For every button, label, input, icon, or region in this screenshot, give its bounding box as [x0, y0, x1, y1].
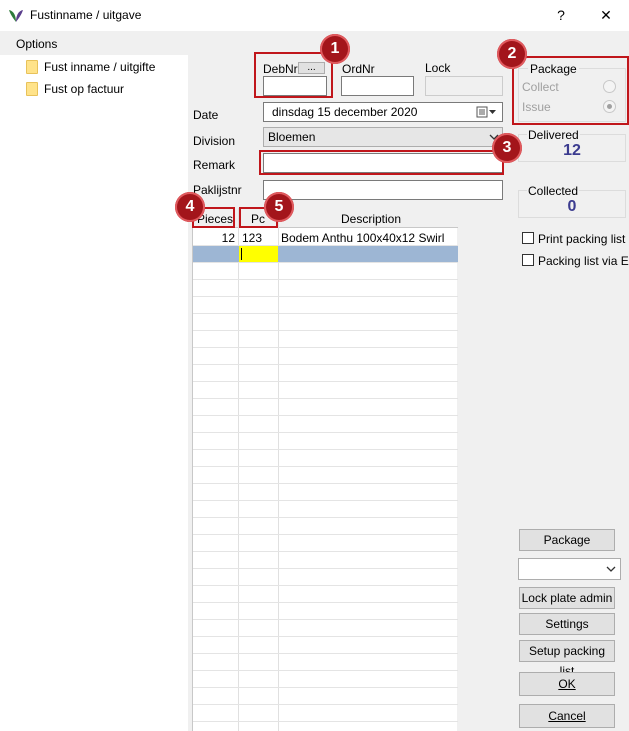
- help-button[interactable]: ?: [546, 4, 576, 26]
- table-row[interactable]: [193, 467, 458, 484]
- cell-pc: 123: [242, 231, 263, 245]
- ordnr-label: OrdNr: [342, 62, 375, 76]
- cell-pieces: 12: [221, 231, 235, 245]
- division-label: Division: [193, 134, 236, 148]
- tree-item-label: Fust op factuur: [44, 82, 125, 96]
- annotation-badge-3: 3: [492, 133, 522, 163]
- annotation-highlight-package: [512, 56, 629, 125]
- table-row[interactable]: [193, 501, 458, 518]
- settings-button[interactable]: Settings: [519, 613, 615, 635]
- table-row[interactable]: [193, 314, 458, 331]
- packing-list-email-checkbox[interactable]: [522, 254, 534, 266]
- options-label: Options: [16, 37, 58, 51]
- text-cursor: [241, 248, 242, 260]
- date-value: dinsdag 15 december 2020: [272, 105, 418, 119]
- calendar-dropdown-icon[interactable]: [476, 106, 498, 118]
- delivered-count: 12: [563, 142, 581, 159]
- cell-description: Bodem Anthu 100x40x12 Swirl: [281, 231, 445, 245]
- folder-icon: [26, 82, 38, 96]
- print-packing-list-label: Print packing list: [538, 232, 626, 246]
- close-button[interactable]: ✕: [591, 4, 621, 26]
- header-description[interactable]: Description: [341, 212, 401, 226]
- date-picker[interactable]: dinsdag 15 december 2020: [263, 102, 503, 122]
- lock-input: [425, 76, 503, 96]
- collected-count: 0: [567, 198, 577, 215]
- table-row[interactable]: [193, 399, 458, 416]
- table-row[interactable]: [193, 484, 458, 501]
- table-row[interactable]: [193, 348, 458, 365]
- table-row-selected[interactable]: [193, 246, 458, 263]
- window-title: Fustinname / uitgave: [30, 8, 142, 22]
- collected-label: Collected: [527, 184, 580, 198]
- annotation-badge-2: 2: [497, 39, 527, 69]
- lock-plate-admin-button[interactable]: Lock plate admin: [519, 587, 615, 609]
- tree-item-fust-op-factuur[interactable]: Fust op factuur: [26, 80, 124, 98]
- package-button[interactable]: Package: [519, 529, 615, 551]
- packing-list-email-label: Packing list via E-m: [538, 254, 629, 268]
- annotation-badge-4: 4: [175, 192, 205, 222]
- annotation-badge-1: 1: [320, 34, 350, 64]
- sidebar-tree: [0, 55, 188, 731]
- table-row[interactable]: [193, 433, 458, 450]
- setup-packing-list-button[interactable]: Setup packing list: [519, 640, 615, 678]
- division-value: Bloemen: [268, 130, 316, 144]
- table-row[interactable]: [193, 518, 458, 535]
- table-row[interactable]: [193, 382, 458, 399]
- tree-item-fust-inname[interactable]: Fust inname / uitgifte: [26, 58, 155, 76]
- tree-item-label: Fust inname / uitgifte: [44, 60, 156, 74]
- table-row[interactable]: [193, 552, 458, 569]
- active-cell[interactable]: [239, 246, 278, 262]
- ordnr-input[interactable]: [341, 76, 414, 96]
- cancel-button[interactable]: Cancel: [519, 704, 615, 728]
- table-row[interactable]: [193, 280, 458, 297]
- table-row[interactable]: [193, 263, 458, 280]
- table-row[interactable]: [193, 416, 458, 433]
- table-row[interactable]: [193, 654, 458, 671]
- ok-button[interactable]: OK: [519, 672, 615, 696]
- paklijstnr-label: Paklijstnr: [193, 183, 242, 197]
- table-row[interactable]: [193, 637, 458, 654]
- division-select[interactable]: Bloemen: [263, 127, 503, 147]
- table-row[interactable]: [193, 671, 458, 688]
- print-packing-list-checkbox[interactable]: [522, 232, 534, 244]
- table-row[interactable]: [193, 705, 458, 722]
- table-row[interactable]: 12 123 Bodem Anthu 100x40x12 Swirl: [193, 229, 458, 246]
- chevron-down-icon: [606, 566, 616, 572]
- items-grid[interactable]: Pieces Pc Description 12 123 Bodem Anthu…: [192, 208, 458, 731]
- leaf-logo-icon: [9, 10, 23, 22]
- table-row[interactable]: [193, 603, 458, 620]
- folder-icon: [26, 60, 38, 74]
- table-row[interactable]: [193, 620, 458, 637]
- delivered-label: Delivered: [527, 128, 580, 142]
- table-row[interactable]: [193, 688, 458, 705]
- table-row[interactable]: [193, 331, 458, 348]
- annotation-highlight-debnr: [254, 52, 333, 98]
- table-row[interactable]: [193, 535, 458, 552]
- table-row[interactable]: [193, 297, 458, 314]
- annotation-highlight-remark: [259, 150, 504, 175]
- paklijstnr-input[interactable]: [263, 180, 503, 200]
- table-row[interactable]: [193, 365, 458, 382]
- annotation-badge-5: 5: [264, 192, 294, 222]
- date-label: Date: [193, 108, 219, 122]
- table-row[interactable]: [193, 569, 458, 586]
- remark-label: Remark: [193, 158, 236, 172]
- table-row[interactable]: [193, 450, 458, 467]
- table-row[interactable]: [193, 586, 458, 603]
- lock-label: Lock: [425, 61, 451, 75]
